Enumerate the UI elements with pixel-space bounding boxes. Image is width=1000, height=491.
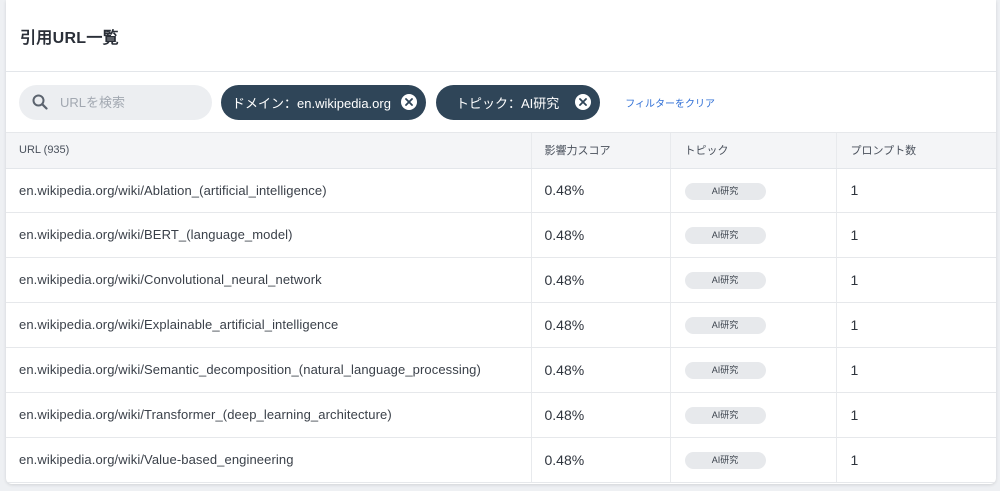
score-cell: 0.48% xyxy=(530,212,670,258)
score-cell: 0.48% xyxy=(530,392,670,438)
topic-cell: AI研究 xyxy=(669,392,836,438)
close-icon[interactable] xyxy=(575,94,592,110)
url-cell[interactable]: en.wikipedia.org/wiki/Semantic_decomposi… xyxy=(6,347,531,393)
page-title: 引用URL一覧 xyxy=(20,29,119,47)
table-row[interactable]: en.wikipedia.org/wiki/Explainable_artifi… xyxy=(6,302,996,348)
topic-cell: AI研究 xyxy=(669,347,836,393)
topic-tag: AI研究 xyxy=(684,317,766,334)
score-cell: 0.48% xyxy=(530,302,670,348)
table-header-row: URL (935) 影響力スコア トピック プロンプト数 xyxy=(6,133,996,169)
filter-bar: ドメイン：en.wikipedia.org トピック：AI研究 フィルターをクリ… xyxy=(6,72,996,133)
topic-tag: AI研究 xyxy=(684,362,766,379)
column-header-topic[interactable]: トピック xyxy=(669,133,836,169)
url-cell[interactable]: en.wikipedia.org/wiki/Convolutional_neur… xyxy=(6,257,531,303)
filter-chip-topic: トピック：AI研究 xyxy=(435,84,601,120)
search-icon xyxy=(32,94,48,110)
cited-url-card: 引用URL一覧 ドメイン：en.wikipedia.org トピック：AI研究 xyxy=(6,0,996,484)
column-header-url[interactable]: URL (935) xyxy=(6,133,531,169)
url-cell[interactable]: en.wikipedia.org/wiki/Value-based_engine… xyxy=(6,437,531,483)
topic-tag: AI研究 xyxy=(684,452,766,469)
score-cell: 0.48% xyxy=(530,437,670,483)
column-header-score[interactable]: 影響力スコア xyxy=(530,133,670,169)
search-input[interactable] xyxy=(60,94,190,110)
url-cell[interactable]: en.wikipedia.org/wiki/Transformer_(deep_… xyxy=(6,392,531,438)
url-cell[interactable]: en.wikipedia.org/wiki/Ablation_(artifici… xyxy=(6,168,531,213)
prompt-count-cell: 1 xyxy=(835,212,996,258)
table-row[interactable]: en.wikipedia.org/wiki/Transformer_(deep_… xyxy=(6,392,996,438)
topic-cell: AI研究 xyxy=(669,437,836,483)
score-cell: 0.48% xyxy=(530,347,670,393)
filter-chip-domain: ドメイン：en.wikipedia.org xyxy=(221,84,426,120)
table-row[interactable]: en.wikipedia.org/wiki/Semantic_decomposi… xyxy=(6,347,996,393)
card-header: 引用URL一覧 xyxy=(6,0,996,72)
column-header-prompt-count[interactable]: プロンプト数 xyxy=(835,133,996,169)
prompt-count-cell: 1 xyxy=(835,392,996,438)
topic-cell: AI研究 xyxy=(669,168,836,213)
prompt-count-cell: 1 xyxy=(835,437,996,483)
url-cell[interactable]: en.wikipedia.org/wiki/BERT_(language_mod… xyxy=(6,212,531,258)
filter-chip-label: トピック：AI研究 xyxy=(455,95,560,111)
url-table: URL (935) 影響力スコア トピック プロンプト数 en.wikipedi… xyxy=(6,133,996,483)
prompt-count-cell: 1 xyxy=(835,302,996,348)
topic-cell: AI研究 xyxy=(669,257,836,303)
prompt-count-cell: 1 xyxy=(835,347,996,393)
search-box[interactable] xyxy=(19,84,212,120)
clear-filters-link[interactable]: フィルターをクリア xyxy=(625,95,715,110)
table-row[interactable]: en.wikipedia.org/wiki/BERT_(language_mod… xyxy=(6,212,996,258)
topic-tag: AI研究 xyxy=(684,182,766,200)
table-row[interactable]: en.wikipedia.org/wiki/Value-based_engine… xyxy=(6,437,996,483)
filter-chip-label: ドメイン：en.wikipedia.org xyxy=(232,95,391,111)
prompt-count-cell: 1 xyxy=(835,257,996,303)
topic-tag: AI研究 xyxy=(684,227,766,244)
topic-tag: AI研究 xyxy=(684,407,766,424)
close-icon[interactable] xyxy=(400,94,417,110)
topic-cell: AI研究 xyxy=(669,302,836,348)
topic-tag: AI研究 xyxy=(684,272,766,289)
score-cell: 0.48% xyxy=(530,257,670,303)
prompt-count-cell: 1 xyxy=(835,168,996,213)
table-row[interactable]: en.wikipedia.org/wiki/Ablation_(artifici… xyxy=(6,168,996,213)
url-cell[interactable]: en.wikipedia.org/wiki/Explainable_artifi… xyxy=(6,302,531,348)
score-cell: 0.48% xyxy=(530,168,670,213)
topic-cell: AI研究 xyxy=(669,212,836,258)
table-row[interactable]: en.wikipedia.org/wiki/Convolutional_neur… xyxy=(6,257,996,303)
